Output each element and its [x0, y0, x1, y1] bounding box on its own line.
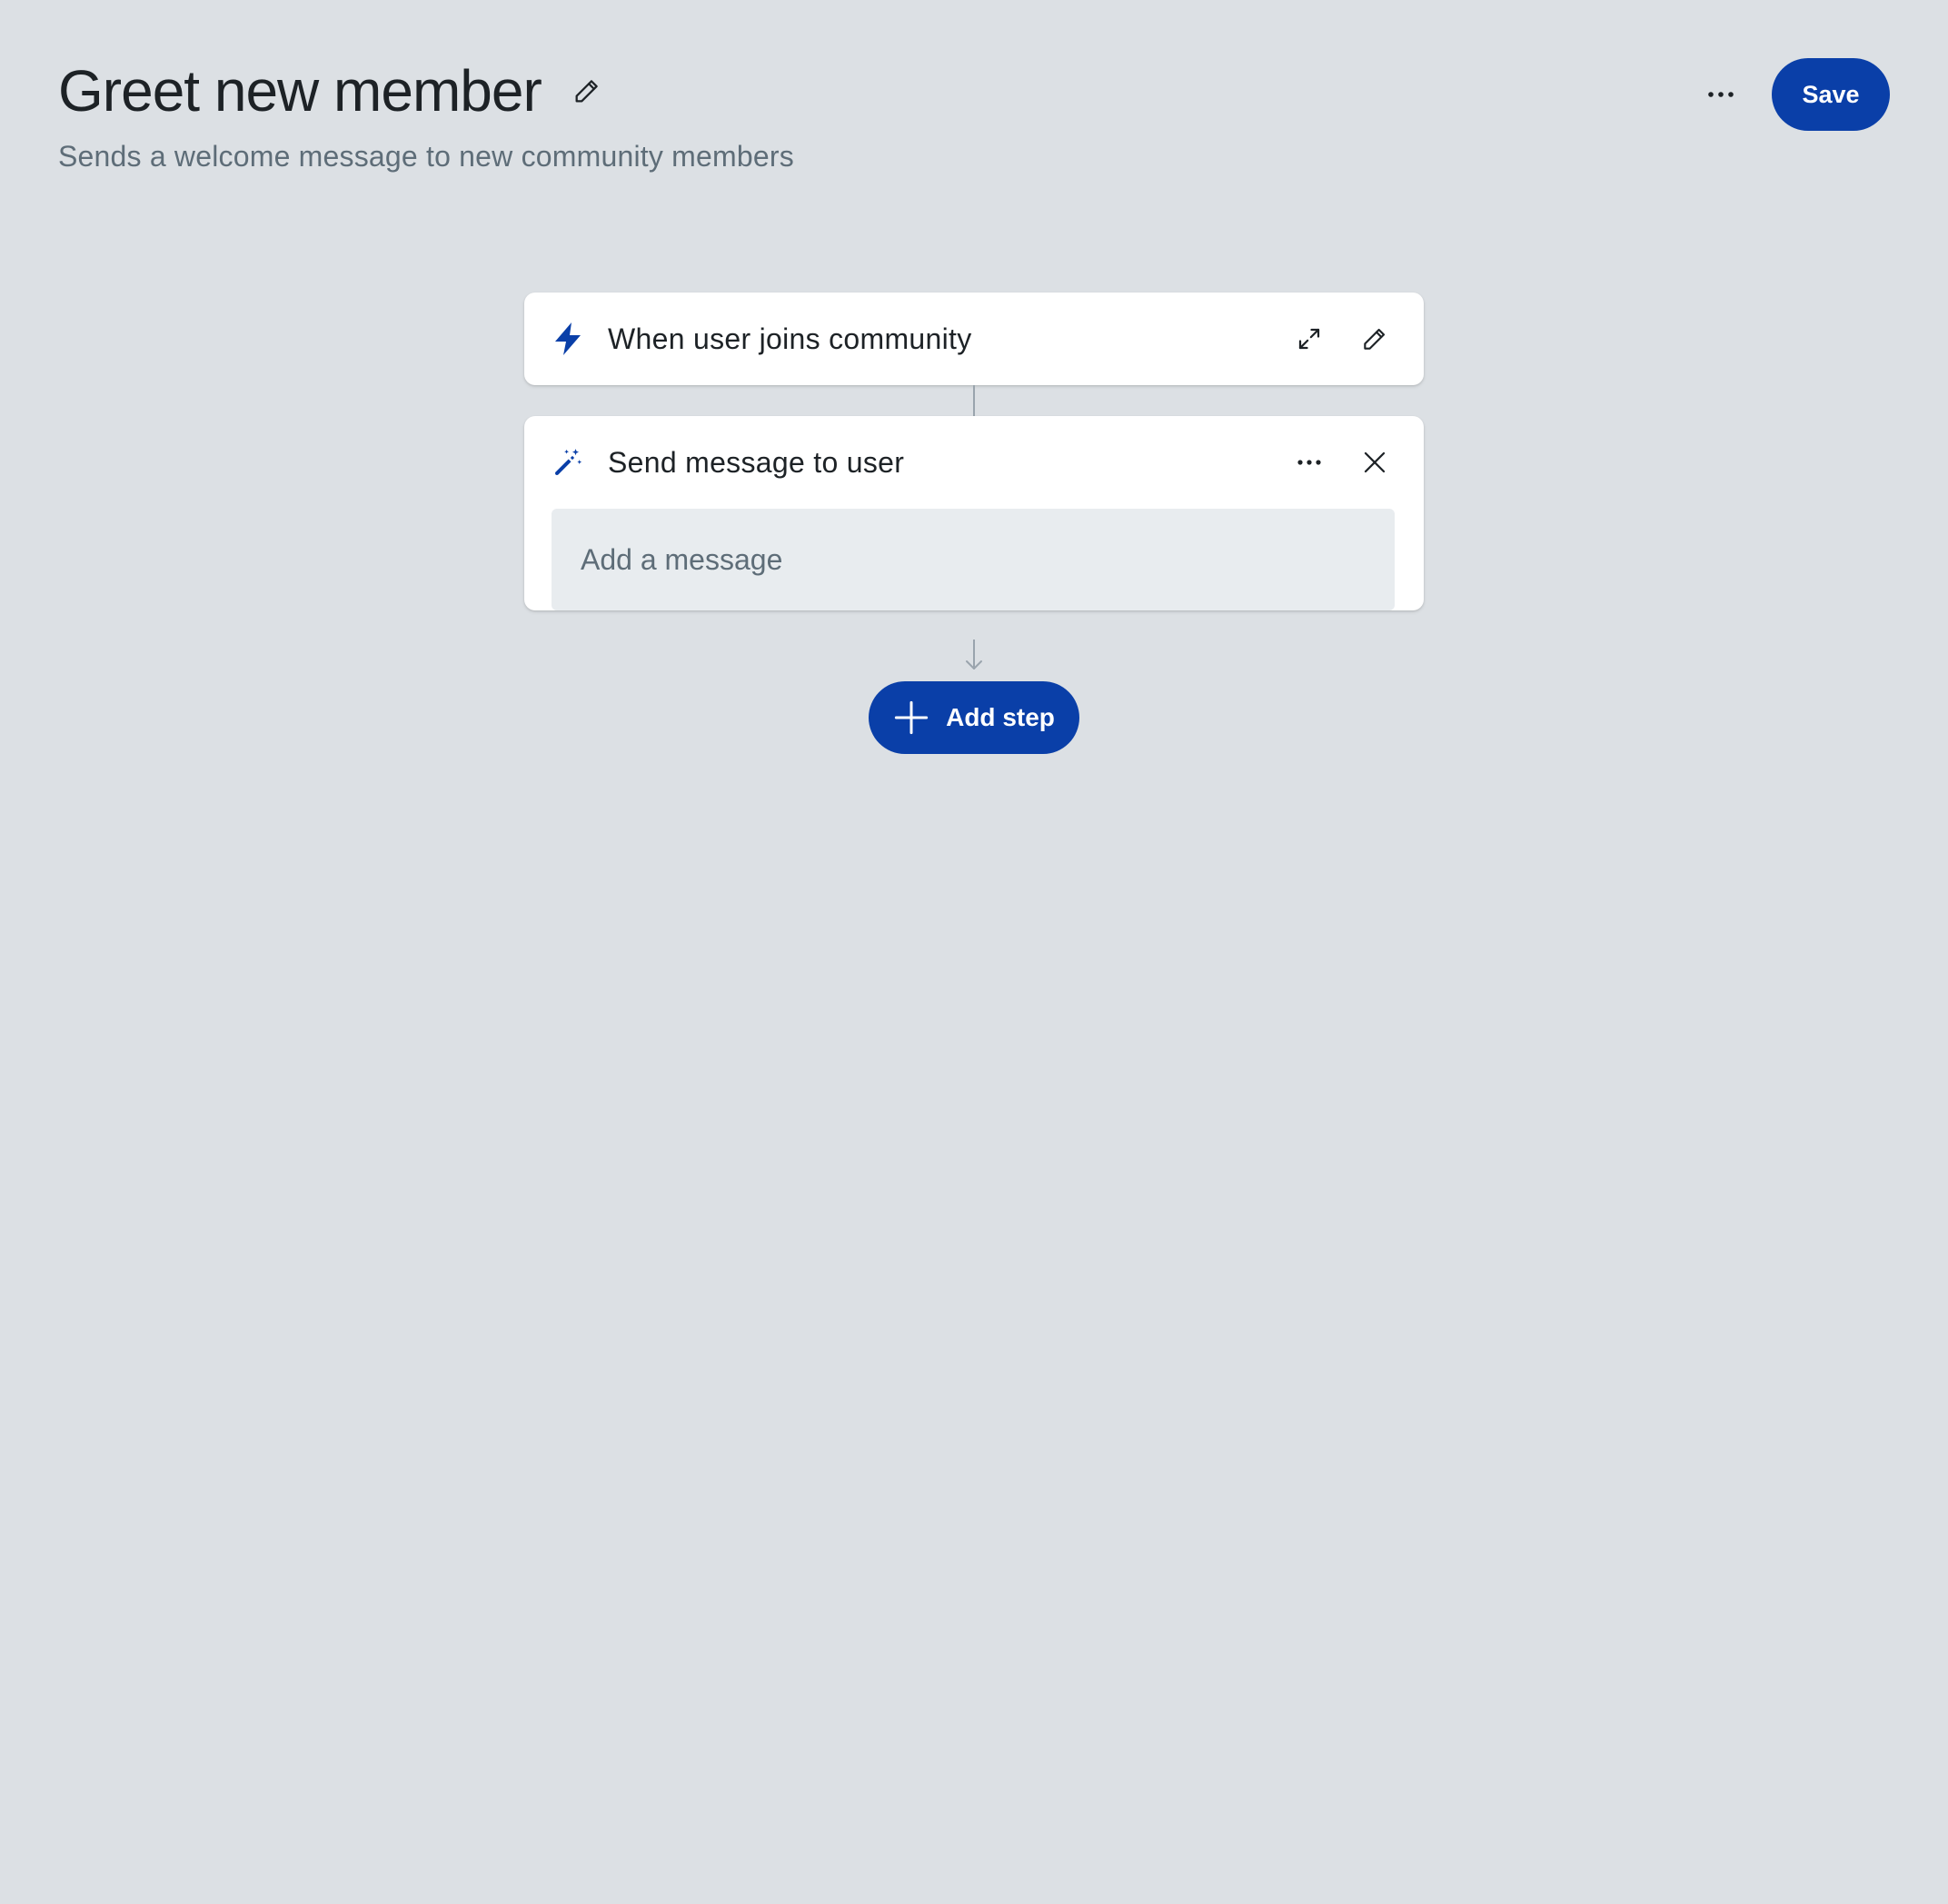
action-card-title: Send message to user	[608, 445, 905, 479]
workflow-canvas: When user joins community Send message t…	[524, 293, 1424, 754]
title-row: Greet new member	[58, 55, 1890, 127]
header-actions: Save	[1695, 58, 1890, 131]
more-options-button[interactable]	[1695, 69, 1746, 120]
trigger-card-header: When user joins community	[524, 293, 1424, 385]
edit-trigger-button[interactable]	[1353, 317, 1396, 361]
page-subtitle: Sends a welcome message to new community…	[58, 140, 794, 173]
magic-wand-icon	[552, 446, 584, 479]
pencil-icon	[575, 80, 598, 103]
arrow-down-connector	[966, 640, 982, 669]
expand-button[interactable]	[1287, 317, 1331, 361]
ellipsis-icon	[1297, 460, 1321, 465]
step-connector	[973, 385, 975, 416]
remove-step-button[interactable]	[1353, 441, 1396, 484]
add-step-button[interactable]: Add step	[869, 681, 1079, 754]
ellipsis-icon	[1708, 92, 1734, 97]
action-card-header: Send message to user	[524, 416, 1424, 509]
trigger-card-title: When user joins community	[608, 322, 972, 355]
close-icon	[1364, 451, 1386, 473]
action-card[interactable]: Send message to user	[524, 416, 1424, 610]
pencil-icon	[1364, 328, 1386, 350]
page-title: Greet new member	[58, 58, 542, 124]
add-step-label: Add step	[946, 703, 1055, 731]
lightning-icon	[552, 322, 584, 355]
trigger-card[interactable]: When user joins community	[524, 293, 1424, 385]
message-input[interactable]	[552, 509, 1395, 610]
save-button[interactable]: Save	[1772, 58, 1890, 131]
edit-title-button[interactable]	[567, 71, 607, 111]
page-header: Greet new member Sends a welcome message…	[58, 55, 1890, 182]
action-more-button[interactable]	[1287, 441, 1331, 484]
plus-icon	[893, 699, 929, 736]
expand-icon	[1298, 328, 1320, 350]
